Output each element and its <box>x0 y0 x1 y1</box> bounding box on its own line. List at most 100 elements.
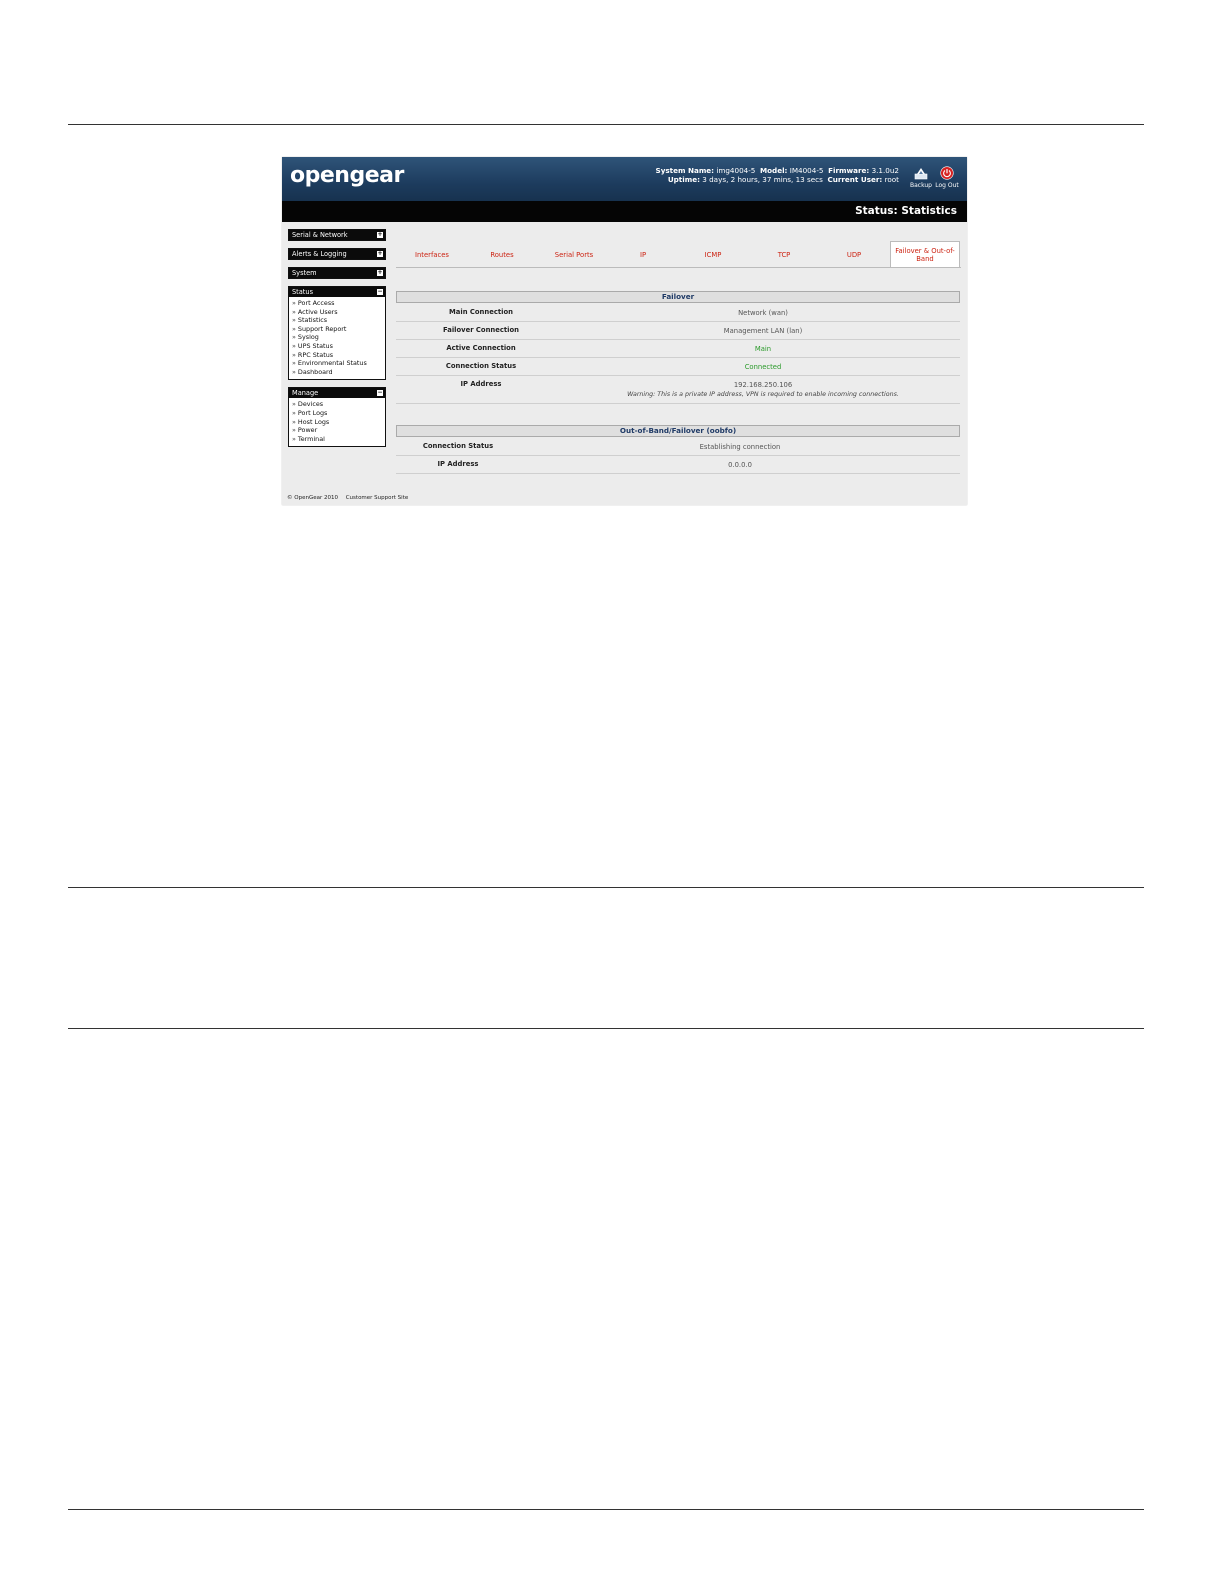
sidebar-item-label: RPC Status <box>297 350 334 359</box>
row-value: Network (wan) <box>738 309 788 317</box>
sidebar-section-alerts-logging[interactable]: Alerts & Logging + <box>288 248 386 260</box>
oobfo-section-title: Out-of-Band/Failover (oobfo) <box>396 425 960 437</box>
firmware-value: 3.1.0u2 <box>871 166 899 175</box>
page-rule-middle-1 <box>68 887 1144 888</box>
row-value: Connected <box>744 363 782 371</box>
page-rule-top <box>68 124 1144 125</box>
sidebar-item-terminal[interactable]: » Terminal <box>292 435 383 444</box>
oobfo-row-ip-address: IP Address 0.0.0.0 <box>396 456 960 474</box>
sidebar-section-label: System <box>292 269 317 277</box>
collapse-icon[interactable]: − <box>377 390 383 397</box>
sidebar-item-port-access[interactable]: » Port Access <box>292 299 383 308</box>
chevron-right-icon: » <box>292 350 296 359</box>
sidebar-item-rpc-status[interactable]: » RPC Status <box>292 351 383 360</box>
failover-row-failover-connection: Failover Connection Management LAN (lan) <box>396 322 960 340</box>
chevron-right-icon: » <box>292 434 296 443</box>
uptime-value: 3 days, 2 hours, 37 mins, 13 secs <box>702 175 823 184</box>
sidebar-section-status: Status − » Port Access » Active Users » Stat… <box>288 286 386 381</box>
sidebar-item-host-logs[interactable]: » Host Logs <box>292 418 383 427</box>
tab-ip[interactable]: IP <box>632 251 654 259</box>
chevron-right-icon: » <box>292 324 296 333</box>
power-icon <box>940 166 954 180</box>
chevron-right-icon: » <box>292 299 296 307</box>
sidebar-section-system[interactable]: System + <box>288 267 386 279</box>
model-value: IM4004-5 <box>789 166 824 175</box>
collapse-icon[interactable]: − <box>377 289 383 295</box>
sidebar-section-label: Alerts & Logging <box>292 250 347 258</box>
chevron-right-icon: » <box>292 359 296 368</box>
chevron-right-icon: » <box>292 333 296 342</box>
current-user-value: root <box>884 175 899 184</box>
tab-icmp[interactable]: ICMP <box>700 251 726 259</box>
sidebar-item-label: Host Logs <box>297 417 330 426</box>
sidebar-item-statistics[interactable]: » Statistics <box>292 316 383 325</box>
row-value: Establishing connection <box>699 443 781 451</box>
system-info: System Name: img4004-5 Model: IM4004-5 F… <box>656 166 899 184</box>
sidebar-item-label: Active Users <box>297 307 338 316</box>
tab-serial-ports[interactable]: Serial Ports <box>552 251 596 259</box>
sidebar-item-support-report[interactable]: » Support Report <box>292 325 383 334</box>
sidebar-item-label: Statistics <box>297 316 328 325</box>
row-label: Failover Connection <box>443 326 519 334</box>
statistics-tabs: Interfaces Routes Serial Ports IP ICMP T… <box>396 241 961 268</box>
sidebar-item-label: Terminal <box>297 434 325 443</box>
sidebar-item-label: Port Logs <box>297 408 328 417</box>
logout-label: Log Out <box>935 182 959 189</box>
sidebar-item-devices[interactable]: » Devices <box>292 400 383 409</box>
chevron-right-icon: » <box>292 316 296 325</box>
tab-udp[interactable]: UDP <box>842 251 866 259</box>
failover-section-title: Failover <box>396 291 960 303</box>
sidebar-item-label: UPS Status <box>297 341 333 350</box>
chevron-right-icon: » <box>292 426 296 435</box>
row-label: IP Address <box>437 460 479 468</box>
row-value: Main <box>754 345 772 353</box>
title-bar: Status: Statistics <box>282 201 967 222</box>
sidebar-item-label: Syslog <box>297 333 319 342</box>
sidebar-item-port-logs[interactable]: » Port Logs <box>292 409 383 418</box>
page-rule-middle-2 <box>68 1028 1144 1029</box>
sidebar-item-label: Environmental Status <box>297 359 367 368</box>
sidebar-section-serial-network[interactable]: Serial & Network + <box>288 229 386 241</box>
private-ip-warning: Warning: This is a private IP address, V… <box>627 391 899 398</box>
sidebar-section-label: Manage <box>292 389 319 398</box>
logout-button[interactable]: Log Out <box>934 166 960 189</box>
row-value: 0.0.0.0 <box>728 461 752 469</box>
tab-tcp[interactable]: TCP <box>772 251 796 259</box>
current-user-label: Current User: <box>827 175 883 184</box>
row-value: 192.168.250.106 <box>733 381 793 389</box>
expand-icon[interactable]: + <box>377 232 383 238</box>
sidebar-item-dashboard[interactable]: » Dashboard <box>292 368 383 377</box>
system-name-value: img4004-5 <box>716 166 756 175</box>
sidebar-item-ups-status[interactable]: » UPS Status <box>292 342 383 351</box>
tab-routes[interactable]: Routes <box>484 251 520 259</box>
row-value: Management LAN (lan) <box>723 327 803 335</box>
uptime-label: Uptime: <box>667 175 700 184</box>
tab-interfaces[interactable]: Interfaces <box>414 251 450 259</box>
chevron-right-icon: » <box>292 367 296 376</box>
chevron-right-icon: » <box>292 307 296 316</box>
header-banner: opengear System Name: img4004-5 Model: I… <box>282 157 967 201</box>
sidebar-item-syslog[interactable]: » Syslog <box>292 333 383 342</box>
backup-button[interactable]: Backup <box>908 166 934 189</box>
row-label: IP Address <box>460 380 502 388</box>
sidebar-item-label: Dashboard <box>297 367 333 376</box>
sidebar-section-label: Status <box>292 288 314 296</box>
copyright-text: © OpenGear 2010 <box>287 495 338 501</box>
expand-icon[interactable]: + <box>377 270 383 276</box>
sidebar-section-manage: Manage − » Devices » Port Logs » Host Logs »… <box>288 387 386 448</box>
page-rule-bottom <box>68 1509 1144 1510</box>
failover-row-connection-status: Connection Status Connected <box>396 358 960 376</box>
sidebar-item-environmental-status[interactable]: » Environmental Status <box>292 359 383 368</box>
chevron-right-icon: » <box>292 417 296 426</box>
customer-support-link[interactable]: Customer Support Site <box>346 495 409 501</box>
opengear-screenshot: opengear System Name: img4004-5 Model: I… <box>282 157 967 505</box>
chevron-right-icon: » <box>292 400 296 409</box>
sidebar-item-power[interactable]: » Power <box>292 426 383 435</box>
failover-row-active-connection: Active Connection Main <box>396 340 960 358</box>
tab-failover-out-of-band[interactable]: Failover & Out-of-Band <box>890 241 960 267</box>
chevron-right-icon: » <box>292 341 296 350</box>
expand-icon[interactable]: + <box>377 251 383 257</box>
sidebar-item-active-users[interactable]: » Active Users <box>292 308 383 317</box>
row-label: Active Connection <box>446 344 516 352</box>
chevron-right-icon: » <box>292 408 296 417</box>
